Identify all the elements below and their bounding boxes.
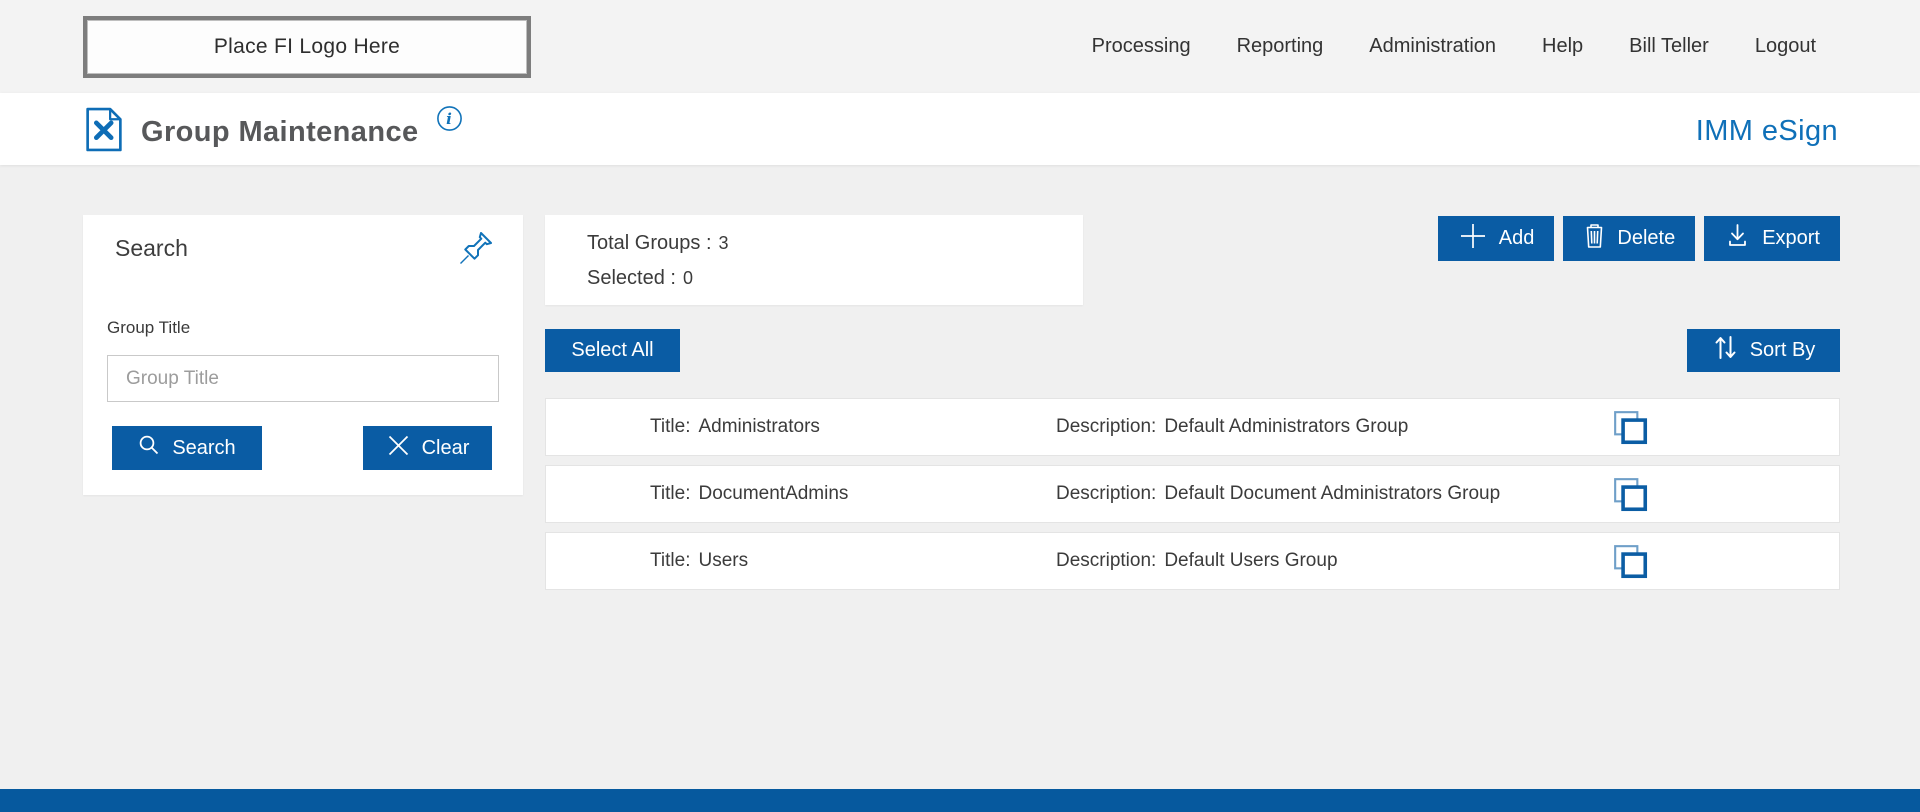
page-title: Group Maintenance xyxy=(141,116,419,149)
info-button[interactable]: i xyxy=(436,105,463,132)
trash-icon xyxy=(1583,222,1606,255)
description-label: Description: xyxy=(1056,416,1156,438)
add-button[interactable]: Add xyxy=(1438,216,1555,261)
nav-item-administration[interactable]: Administration xyxy=(1369,35,1496,58)
nav-item-user-bill-teller[interactable]: Bill Teller xyxy=(1629,35,1709,58)
delete-button-label: Delete xyxy=(1617,227,1675,250)
selected-label: Selected : xyxy=(587,267,676,289)
group-title-value: Users xyxy=(698,550,748,572)
copy-icon xyxy=(1612,502,1650,517)
add-button-label: Add xyxy=(1499,227,1535,250)
nav-item-help[interactable]: Help xyxy=(1542,35,1583,58)
sort-by-button[interactable]: Sort By xyxy=(1687,329,1840,372)
row-description-cell: Description: Default Users Group xyxy=(1056,533,1338,589)
group-description-value: Default Users Group xyxy=(1164,550,1337,572)
info-circle-icon: i xyxy=(436,120,463,135)
search-panel-title: Search xyxy=(115,235,188,262)
group-title-input[interactable] xyxy=(107,355,499,402)
export-button-label: Export xyxy=(1762,227,1820,250)
row-title-cell: Title: Administrators xyxy=(650,399,820,455)
select-all-button-label: Select All xyxy=(571,339,653,362)
group-description-value: Default Document Administrators Group xyxy=(1164,483,1500,505)
group-row-users[interactable]: Title: Users Description: Default Users … xyxy=(545,532,1840,590)
toolbar-actions: Add Delete xyxy=(1438,216,1840,261)
search-button[interactable]: Search xyxy=(112,426,262,470)
title-label: Title: xyxy=(650,483,690,505)
groups-list: Title: Administrators Description: Defau… xyxy=(545,398,1840,599)
copy-icon xyxy=(1612,569,1650,584)
select-all-button[interactable]: Select All xyxy=(545,329,680,372)
page-title-group: Group Maintenance i xyxy=(84,109,463,155)
group-row-administrators[interactable]: Title: Administrators Description: Defau… xyxy=(545,398,1840,456)
nav-item-processing[interactable]: Processing xyxy=(1092,35,1191,58)
copy-group-button[interactable] xyxy=(1612,543,1650,581)
copy-group-button[interactable] xyxy=(1612,409,1650,447)
plus-icon xyxy=(1458,221,1488,257)
row-description-cell: Description: Default Document Administra… xyxy=(1056,466,1500,522)
clear-x-icon xyxy=(386,433,411,464)
svg-text:i: i xyxy=(446,110,452,128)
row-title-cell: Title: DocumentAdmins xyxy=(650,466,848,522)
group-description-value: Default Administrators Group xyxy=(1164,416,1408,438)
export-button[interactable]: Export xyxy=(1704,216,1840,261)
sort-by-button-label: Sort By xyxy=(1750,339,1816,362)
group-title-label: Group Title xyxy=(107,318,190,338)
main-nav: Processing Reporting Administration Help… xyxy=(1092,0,1816,93)
total-groups-value: 3 xyxy=(719,233,729,253)
groups-summary-card: Total Groups : 3 Selected : 0 xyxy=(545,215,1083,305)
search-icon xyxy=(138,434,161,463)
document-tools-icon xyxy=(84,107,124,157)
total-groups-line: Total Groups : 3 xyxy=(587,232,729,255)
title-label: Title: xyxy=(650,416,690,438)
page-header: Group Maintenance i IMM eSign xyxy=(0,93,1920,165)
download-icon xyxy=(1724,222,1751,255)
top-navigation-bar: Place FI Logo Here Processing Reporting … xyxy=(0,0,1920,93)
nav-item-logout[interactable]: Logout xyxy=(1755,35,1816,58)
description-label: Description: xyxy=(1056,483,1156,505)
group-title-value: DocumentAdmins xyxy=(698,483,848,505)
selected-value: 0 xyxy=(683,268,693,288)
clear-button-label: Clear xyxy=(422,437,470,460)
sort-arrows-icon xyxy=(1712,333,1739,368)
selected-line: Selected : 0 xyxy=(587,267,693,290)
search-panel: Search Group Title Search xyxy=(83,215,523,495)
row-title-cell: Title: Users xyxy=(650,533,748,589)
search-button-label: Search xyxy=(172,437,235,460)
fi-logo-placeholder: Place FI Logo Here xyxy=(83,16,531,78)
copy-icon xyxy=(1612,435,1650,450)
description-label: Description: xyxy=(1056,550,1156,572)
group-title-value: Administrators xyxy=(698,416,819,438)
pushpin-icon xyxy=(457,257,497,272)
clear-button[interactable]: Clear xyxy=(363,426,492,470)
delete-button[interactable]: Delete xyxy=(1563,216,1695,261)
copy-group-button[interactable] xyxy=(1612,476,1650,514)
row-description-cell: Description: Default Administrators Grou… xyxy=(1056,399,1408,455)
brand-imm-esign: IMM eSign xyxy=(1696,115,1838,148)
group-maintenance-page: Place FI Logo Here Processing Reporting … xyxy=(0,0,1920,812)
title-label: Title: xyxy=(650,550,690,572)
footer-bar xyxy=(0,789,1920,812)
pin-panel-button[interactable] xyxy=(457,227,497,269)
fi-logo-text: Place FI Logo Here xyxy=(214,35,400,59)
group-row-documentadmins[interactable]: Title: DocumentAdmins Description: Defau… xyxy=(545,465,1840,523)
total-groups-label: Total Groups : xyxy=(587,232,712,254)
nav-item-reporting[interactable]: Reporting xyxy=(1237,35,1324,58)
